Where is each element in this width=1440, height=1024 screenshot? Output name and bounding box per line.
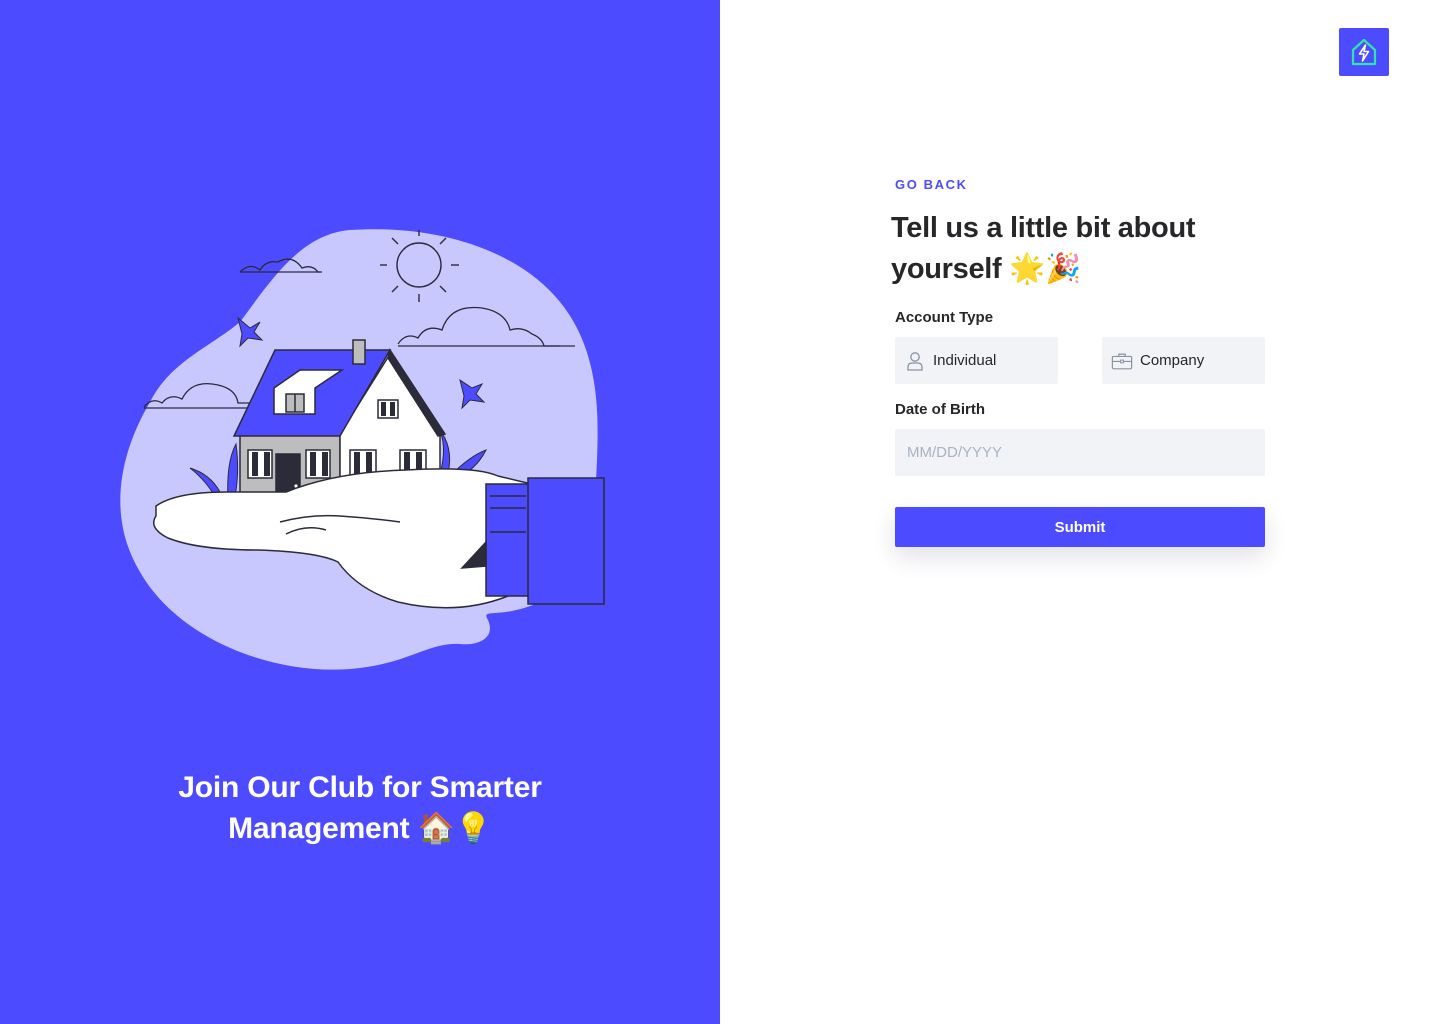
house-lightning-logo-icon — [1351, 38, 1377, 66]
hero-tagline: Join Our Club for Smarter Management 🏠💡 — [0, 767, 720, 849]
briefcase-icon — [1111, 350, 1133, 372]
hero-tagline-line2: Management 🏠💡 — [0, 808, 720, 849]
star-party-emoji: 🌟🎉 — [1009, 251, 1081, 285]
account-option-individual-label: Individual — [933, 352, 997, 369]
hand-holding-house-illustration — [120, 229, 605, 670]
form-panel: GO BACK Tell us a little bit about yours… — [720, 0, 1440, 1024]
submit-button[interactable]: Submit — [895, 507, 1265, 547]
about-form: GO BACK Tell us a little bit about yours… — [891, 176, 1271, 547]
account-option-company-label: Company — [1140, 352, 1205, 369]
account-option-individual[interactable]: Individual — [895, 337, 1058, 384]
house-bulb-emoji: 🏠💡 — [417, 810, 493, 846]
hero-tagline-line1: Join Our Club for Smarter — [178, 770, 542, 804]
page-title: Tell us a little bit about yourself 🌟🎉 — [891, 208, 1271, 289]
logo-button[interactable] — [1339, 28, 1389, 76]
hero-panel: Join Our Club for Smarter Management 🏠💡 — [0, 0, 720, 1024]
signup-page: Join Our Club for Smarter Management 🏠💡 … — [0, 0, 1440, 1024]
account-option-company[interactable]: Company — [1102, 337, 1265, 384]
account-type-label: Account Type — [895, 309, 994, 326]
go-back-link[interactable]: GO BACK — [895, 177, 968, 192]
hero-tagline-line2-text: Management — [228, 811, 410, 845]
account-type-options: Individual Company — [895, 337, 1265, 384]
person-icon — [904, 350, 926, 372]
date-of-birth-label: Date of Birth — [895, 401, 985, 418]
date-of-birth-input[interactable] — [895, 429, 1265, 476]
